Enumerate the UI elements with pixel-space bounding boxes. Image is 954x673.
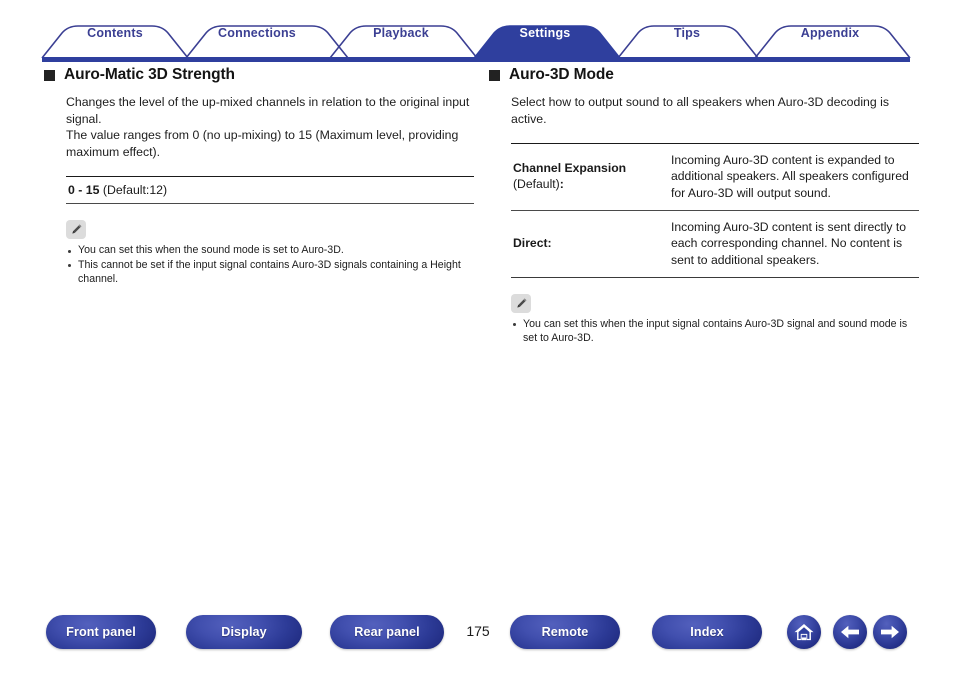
tab-bar-bottom-rule xyxy=(42,57,910,62)
arrow-left-glyph xyxy=(841,625,859,639)
arrow-right-icon[interactable] xyxy=(873,615,907,649)
right-description-line1: Select how to output sound to all speake… xyxy=(511,95,890,126)
square-bullet-icon xyxy=(489,69,500,81)
pencil-icon xyxy=(511,293,531,313)
option-key-name: Direct: xyxy=(513,235,552,250)
page-number: 175 xyxy=(466,623,490,639)
left-note-block: You can set this when the sound mode is … xyxy=(66,220,474,286)
arrow-left-icon[interactable] xyxy=(833,615,867,649)
section-heading-auro-matic-3d-strength: Auro-Matic 3D Strength xyxy=(44,66,474,84)
value-range-default: (Default:12) xyxy=(99,183,168,198)
tab-playback[interactable]: Playback xyxy=(373,26,429,40)
value-range-bold: 0 - 15 xyxy=(68,183,100,198)
tab-settings[interactable]: Settings xyxy=(520,26,571,40)
list-item: You can set this when the sound mode is … xyxy=(66,244,474,258)
right-note-list: You can set this when the input signal c… xyxy=(511,318,919,345)
tab-tips[interactable]: Tips xyxy=(674,26,700,40)
option-key-name: Channel Expansion xyxy=(513,161,627,176)
square-bullet-icon xyxy=(44,69,55,81)
column-left: Auro-Matic 3D Strength Changes the level… xyxy=(44,66,474,287)
home-icon[interactable] xyxy=(787,615,821,649)
right-description: Select how to output sound to all speake… xyxy=(511,94,919,127)
value-range-row: 0 - 15 (Default:12) xyxy=(66,177,474,203)
home-glyph xyxy=(794,624,814,641)
left-description: Changes the level of the up-mixed channe… xyxy=(66,94,474,160)
arrow-right-glyph xyxy=(881,625,899,639)
display-button[interactable]: Display xyxy=(186,615,302,649)
front-panel-button[interactable]: Front panel xyxy=(46,615,156,649)
tab-contents[interactable]: Contents xyxy=(87,26,143,40)
column-right: Auro-3D Mode Select how to output sound … xyxy=(489,66,919,346)
list-item: You can set this when the input signal c… xyxy=(511,318,919,345)
section-title-text: Auro-3D Mode xyxy=(509,66,614,83)
pencil-glyph xyxy=(71,224,81,234)
tab-appendix[interactable]: Appendix xyxy=(801,26,860,40)
auro-3d-mode-options-table: Channel Expansion (Default): Incoming Au… xyxy=(511,143,919,278)
rear-panel-button[interactable]: Rear panel xyxy=(330,615,444,649)
top-tab-bar: Contents Connections Playback Settings T… xyxy=(0,0,954,66)
option-key-direct: Direct: xyxy=(511,211,671,277)
index-button[interactable]: Index xyxy=(652,615,762,649)
option-key-sub: (Default): xyxy=(513,177,665,193)
list-item: This cannot be set if the input signal c… xyxy=(66,259,474,286)
tab-connections[interactable]: Connections xyxy=(218,26,296,40)
footer-nav: Front panel Display Rear panel 175 Remot… xyxy=(0,615,954,659)
section-title-text: Auro-Matic 3D Strength xyxy=(64,66,235,83)
option-key-sub-text: (Default) xyxy=(513,176,560,191)
table-row: Direct: Incoming Auro-3D content is sent… xyxy=(511,210,919,277)
value-range-table: 0 - 15 (Default:12) xyxy=(66,176,474,205)
right-note-block: You can set this when the input signal c… xyxy=(511,293,919,345)
remote-button[interactable]: Remote xyxy=(510,615,620,649)
table-row: Channel Expansion (Default): Incoming Au… xyxy=(511,144,919,210)
left-note-list: You can set this when the sound mode is … xyxy=(66,244,474,286)
left-description-line2: The value ranges from 0 (no up-mixing) t… xyxy=(66,128,459,159)
left-description-line1: Changes the level of the up-mixed channe… xyxy=(66,95,470,126)
option-key-sub-colon: : xyxy=(559,176,564,191)
section-heading-auro-3d-mode: Auro-3D Mode xyxy=(489,66,919,84)
option-key-channel-expansion: Channel Expansion (Default): xyxy=(511,144,671,210)
pencil-glyph xyxy=(516,298,526,308)
option-value-direct: Incoming Auro-3D content is sent directl… xyxy=(671,220,907,267)
pencil-icon xyxy=(66,220,86,240)
option-value-channel-expansion: Incoming Auro-3D content is expanded to … xyxy=(671,153,909,200)
